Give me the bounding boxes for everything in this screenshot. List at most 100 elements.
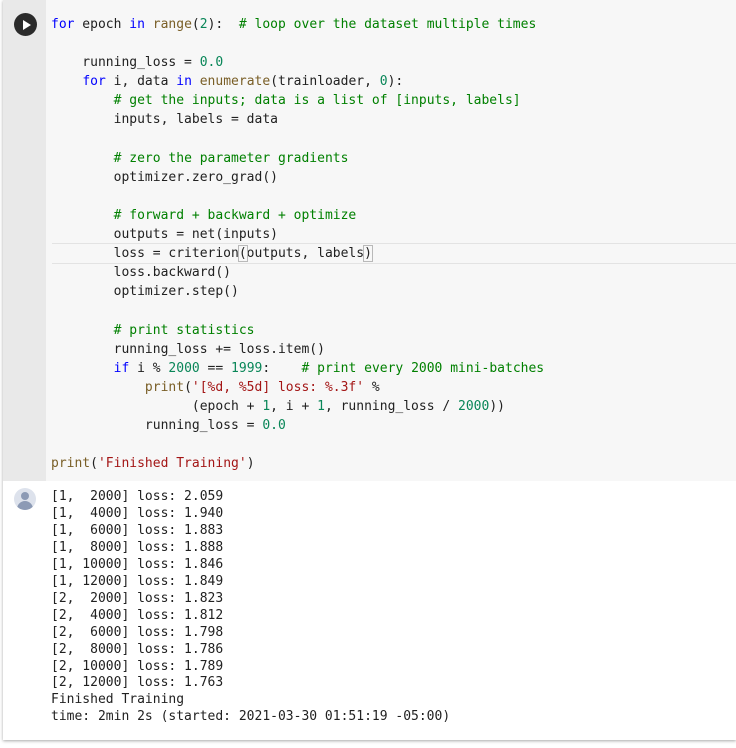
output-line: [2, 2000] loss: 1.823 bbox=[51, 590, 224, 606]
code-token: optimizer.step() bbox=[51, 284, 239, 300]
output-line: [1, 6000] loss: 1.883 bbox=[51, 522, 224, 538]
code-token: for bbox=[82, 74, 106, 90]
code-token: # print every 2000 mini-batches bbox=[301, 360, 545, 376]
code-line[interactable]: optimizer.zero_grad() bbox=[51, 168, 544, 187]
code-token: 2000 bbox=[458, 398, 490, 414]
code-token: 2 bbox=[199, 17, 208, 32]
code-line[interactable]: # forward + backward + optimize bbox=[51, 206, 544, 225]
code-token: ): bbox=[207, 17, 239, 32]
text-cursor bbox=[371, 245, 373, 261]
output-line: [2, 12000] loss: 1.763 bbox=[51, 675, 224, 691]
code-token: # print statistics bbox=[113, 322, 255, 338]
code-token: % bbox=[364, 379, 380, 395]
output-line: [1, 4000] loss: 1.940 bbox=[51, 505, 224, 521]
code-line[interactable]: for i, data in enumerate(trainloader, 0)… bbox=[51, 72, 544, 91]
code-token: 1 bbox=[262, 398, 271, 414]
run-cell-button[interactable] bbox=[14, 13, 37, 36]
code-line[interactable]: for epoch in range(2): # loop over the d… bbox=[51, 15, 544, 34]
code-line[interactable]: print('Finished Training') bbox=[51, 454, 544, 473]
code-token: optimizer.zero_grad() bbox=[51, 169, 278, 185]
code-token: (epoch + bbox=[51, 398, 263, 414]
code-token: 'Finished Training' bbox=[97, 456, 247, 472]
code-content[interactable]: for epoch in range(2): # loop over the d… bbox=[51, 15, 544, 473]
code-token: : bbox=[262, 360, 302, 376]
output-line: [2, 4000] loss: 1.812 bbox=[51, 607, 224, 623]
output-line: [1, 10000] loss: 1.846 bbox=[51, 556, 224, 572]
code-token: # get the inputs; data is a list of [inp… bbox=[113, 93, 521, 109]
code-token: print bbox=[144, 379, 185, 395]
code-line[interactable]: optimizer.step() bbox=[51, 282, 544, 301]
code-line[interactable]: # print statistics bbox=[51, 321, 544, 340]
code-token: range bbox=[152, 17, 192, 32]
code-token: outputs = net(inputs) bbox=[51, 227, 278, 243]
code-token: ( bbox=[90, 456, 98, 472]
code-line[interactable]: loss.backward() bbox=[51, 263, 544, 282]
code-token: # zero the parameter gradients bbox=[113, 150, 349, 166]
code-token: ) bbox=[363, 245, 373, 263]
code-token: # loop over the dataset multiple times bbox=[238, 17, 537, 32]
output-line: [2, 8000] loss: 1.786 bbox=[51, 641, 224, 657]
user-avatar-icon bbox=[14, 488, 36, 510]
code-token: in bbox=[129, 17, 145, 32]
code-line[interactable]: running_loss = 0.0 bbox=[51, 53, 544, 72]
code-token: inputs, labels = data bbox=[51, 112, 278, 128]
code-token: 0 bbox=[379, 74, 388, 90]
code-line[interactable]: running_loss = 0.0 bbox=[51, 416, 544, 435]
code-line[interactable]: if i % 2000 == 1999: # print every 2000 … bbox=[51, 359, 545, 378]
code-token: outputs, labels bbox=[246, 246, 365, 262]
code-token: ): bbox=[387, 74, 404, 90]
code-token: i, data bbox=[105, 74, 177, 90]
code-line[interactable]: inputs, labels = data bbox=[51, 110, 544, 129]
code-token: running_loss += loss.item() bbox=[51, 341, 325, 357]
output-line: [1, 12000] loss: 1.849 bbox=[51, 573, 224, 589]
code-line[interactable]: running_loss += loss.item() bbox=[51, 340, 544, 359]
code-token: epoch bbox=[74, 17, 130, 32]
output-line: time: 2min 2s (started: 2021-03-30 01:51… bbox=[51, 709, 451, 725]
code-line[interactable]: (epoch + 1, i + 1, running_loss / 2000)) bbox=[51, 397, 544, 416]
code-token: i % bbox=[129, 360, 169, 376]
code-token: ) bbox=[246, 456, 255, 472]
code-token: , i + bbox=[270, 398, 318, 414]
code-token: 0.0 bbox=[199, 55, 224, 71]
cell-output: [1, 2000] loss: 2.059 [1, 4000] loss: 1.9… bbox=[51, 489, 450, 726]
code-token: ( bbox=[184, 379, 192, 395]
code-line[interactable]: print('[%d, %5d] loss: %.3f' % bbox=[51, 378, 544, 397]
code-token: loss.backward() bbox=[51, 265, 232, 281]
code-token: '[%d, %5d] loss: %.3f' bbox=[191, 379, 365, 395]
code-token: in bbox=[176, 74, 192, 90]
code-token: running_loss = bbox=[51, 55, 200, 71]
code-line[interactable] bbox=[51, 187, 544, 206]
code-token: , running_loss / bbox=[324, 398, 459, 414]
code-line[interactable] bbox=[51, 130, 544, 149]
output-line: [2, 10000] loss: 1.789 bbox=[51, 658, 224, 674]
code-token: 1999 bbox=[231, 360, 263, 376]
code-line[interactable]: loss = criterion(outputs, labels) bbox=[51, 244, 544, 263]
output-line: [1, 8000] loss: 1.888 bbox=[51, 539, 224, 555]
code-token: (trainloader, bbox=[270, 74, 380, 90]
code-line[interactable] bbox=[51, 34, 544, 53]
code-token: if bbox=[113, 360, 130, 376]
code-token: ( bbox=[191, 17, 200, 32]
code-line[interactable]: # zero the parameter gradients bbox=[51, 149, 544, 168]
code-token: running_loss = bbox=[51, 417, 263, 433]
code-line[interactable]: outputs = net(inputs) bbox=[51, 225, 544, 244]
code-token: enumerate bbox=[199, 74, 271, 90]
cell-gutter bbox=[3, 0, 46, 481]
code-line[interactable] bbox=[51, 301, 544, 320]
code-token: 1 bbox=[317, 398, 325, 414]
code-line[interactable]: # get the inputs; data is a list of [inp… bbox=[51, 91, 544, 110]
code-token: for bbox=[51, 17, 75, 32]
code-token: 2000 bbox=[168, 360, 200, 376]
code-line[interactable] bbox=[51, 435, 544, 454]
output-line: [2, 6000] loss: 1.798 bbox=[51, 624, 224, 640]
code-token: 0.0 bbox=[262, 417, 286, 433]
code-token: loss = criterion bbox=[51, 246, 239, 262]
